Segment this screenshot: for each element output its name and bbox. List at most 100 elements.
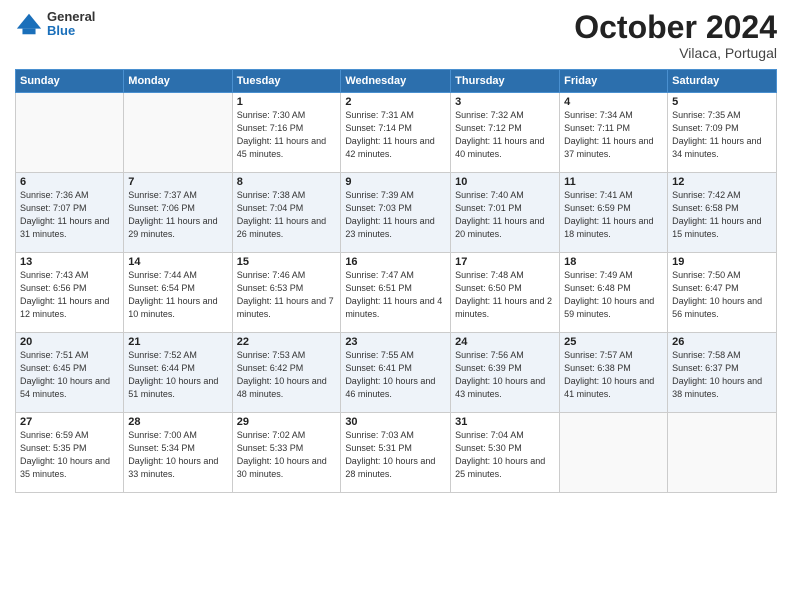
day-number: 6 [20, 176, 119, 188]
header: General Blue October 2024 Vilaca, Portug… [15, 10, 777, 61]
day-number: 18 [564, 256, 663, 268]
calendar-cell: 6Sunrise: 7:36 AM Sunset: 7:07 PM Daylig… [16, 173, 124, 253]
logo-text: General Blue [47, 10, 95, 39]
day-info: Sunrise: 7:57 AM Sunset: 6:38 PM Dayligh… [564, 349, 663, 401]
day-info: Sunrise: 7:49 AM Sunset: 6:48 PM Dayligh… [564, 269, 663, 321]
calendar-cell: 15Sunrise: 7:46 AM Sunset: 6:53 PM Dayli… [232, 253, 341, 333]
calendar-header-row: Sunday Monday Tuesday Wednesday Thursday… [16, 70, 777, 93]
day-number: 15 [237, 256, 337, 268]
calendar-week-row: 20Sunrise: 7:51 AM Sunset: 6:45 PM Dayli… [16, 333, 777, 413]
calendar-table: Sunday Monday Tuesday Wednesday Thursday… [15, 69, 777, 493]
day-info: Sunrise: 7:00 AM Sunset: 5:34 PM Dayligh… [128, 429, 227, 481]
day-info: Sunrise: 7:36 AM Sunset: 7:07 PM Dayligh… [20, 189, 119, 241]
day-number: 5 [672, 96, 772, 108]
day-info: Sunrise: 7:42 AM Sunset: 6:58 PM Dayligh… [672, 189, 772, 241]
col-thursday: Thursday [451, 70, 560, 93]
day-number: 7 [128, 176, 227, 188]
day-info: Sunrise: 7:02 AM Sunset: 5:33 PM Dayligh… [237, 429, 337, 481]
day-info: Sunrise: 7:41 AM Sunset: 6:59 PM Dayligh… [564, 189, 663, 241]
calendar-cell: 27Sunrise: 6:59 AM Sunset: 5:35 PM Dayli… [16, 413, 124, 493]
calendar-cell: 7Sunrise: 7:37 AM Sunset: 7:06 PM Daylig… [124, 173, 232, 253]
day-info: Sunrise: 7:37 AM Sunset: 7:06 PM Dayligh… [128, 189, 227, 241]
day-number: 1 [237, 96, 337, 108]
calendar-cell: 29Sunrise: 7:02 AM Sunset: 5:33 PM Dayli… [232, 413, 341, 493]
day-info: Sunrise: 7:32 AM Sunset: 7:12 PM Dayligh… [455, 109, 555, 161]
day-info: Sunrise: 7:50 AM Sunset: 6:47 PM Dayligh… [672, 269, 772, 321]
day-info: Sunrise: 7:52 AM Sunset: 6:44 PM Dayligh… [128, 349, 227, 401]
calendar-cell: 4Sunrise: 7:34 AM Sunset: 7:11 PM Daylig… [560, 93, 668, 173]
calendar-cell: 20Sunrise: 7:51 AM Sunset: 6:45 PM Dayli… [16, 333, 124, 413]
day-number: 16 [345, 256, 446, 268]
logo-general: General [47, 10, 95, 24]
calendar-cell: 14Sunrise: 7:44 AM Sunset: 6:54 PM Dayli… [124, 253, 232, 333]
calendar-cell: 1Sunrise: 7:30 AM Sunset: 7:16 PM Daylig… [232, 93, 341, 173]
day-info: Sunrise: 7:03 AM Sunset: 5:31 PM Dayligh… [345, 429, 446, 481]
day-number: 4 [564, 96, 663, 108]
col-saturday: Saturday [668, 70, 777, 93]
page: General Blue October 2024 Vilaca, Portug… [0, 0, 792, 612]
calendar-cell: 8Sunrise: 7:38 AM Sunset: 7:04 PM Daylig… [232, 173, 341, 253]
calendar-cell: 11Sunrise: 7:41 AM Sunset: 6:59 PM Dayli… [560, 173, 668, 253]
logo-blue: Blue [47, 24, 95, 38]
title-area: October 2024 Vilaca, Portugal [574, 10, 777, 61]
calendar-week-row: 27Sunrise: 6:59 AM Sunset: 5:35 PM Dayli… [16, 413, 777, 493]
calendar-cell: 31Sunrise: 7:04 AM Sunset: 5:30 PM Dayli… [451, 413, 560, 493]
calendar-cell: 21Sunrise: 7:52 AM Sunset: 6:44 PM Dayli… [124, 333, 232, 413]
day-number: 12 [672, 176, 772, 188]
day-number: 25 [564, 336, 663, 348]
day-number: 24 [455, 336, 555, 348]
calendar-cell [16, 93, 124, 173]
day-number: 23 [345, 336, 446, 348]
calendar-cell: 10Sunrise: 7:40 AM Sunset: 7:01 PM Dayli… [451, 173, 560, 253]
calendar-week-row: 6Sunrise: 7:36 AM Sunset: 7:07 PM Daylig… [16, 173, 777, 253]
calendar-cell: 13Sunrise: 7:43 AM Sunset: 6:56 PM Dayli… [16, 253, 124, 333]
logo: General Blue [15, 10, 95, 39]
day-number: 11 [564, 176, 663, 188]
calendar-cell: 5Sunrise: 7:35 AM Sunset: 7:09 PM Daylig… [668, 93, 777, 173]
day-number: 14 [128, 256, 227, 268]
calendar-cell [124, 93, 232, 173]
col-wednesday: Wednesday [341, 70, 451, 93]
day-info: Sunrise: 7:56 AM Sunset: 6:39 PM Dayligh… [455, 349, 555, 401]
day-number: 3 [455, 96, 555, 108]
day-info: Sunrise: 7:31 AM Sunset: 7:14 PM Dayligh… [345, 109, 446, 161]
day-number: 17 [455, 256, 555, 268]
day-info: Sunrise: 7:04 AM Sunset: 5:30 PM Dayligh… [455, 429, 555, 481]
day-number: 10 [455, 176, 555, 188]
day-number: 22 [237, 336, 337, 348]
day-info: Sunrise: 7:53 AM Sunset: 6:42 PM Dayligh… [237, 349, 337, 401]
day-info: Sunrise: 7:40 AM Sunset: 7:01 PM Dayligh… [455, 189, 555, 241]
day-number: 31 [455, 416, 555, 428]
day-info: Sunrise: 7:47 AM Sunset: 6:51 PM Dayligh… [345, 269, 446, 321]
calendar-cell: 17Sunrise: 7:48 AM Sunset: 6:50 PM Dayli… [451, 253, 560, 333]
day-info: Sunrise: 7:38 AM Sunset: 7:04 PM Dayligh… [237, 189, 337, 241]
day-number: 29 [237, 416, 337, 428]
calendar-cell: 25Sunrise: 7:57 AM Sunset: 6:38 PM Dayli… [560, 333, 668, 413]
calendar-week-row: 13Sunrise: 7:43 AM Sunset: 6:56 PM Dayli… [16, 253, 777, 333]
month-title: October 2024 [574, 10, 777, 45]
day-number: 2 [345, 96, 446, 108]
subtitle: Vilaca, Portugal [574, 45, 777, 61]
calendar-cell: 18Sunrise: 7:49 AM Sunset: 6:48 PM Dayli… [560, 253, 668, 333]
day-info: Sunrise: 7:46 AM Sunset: 6:53 PM Dayligh… [237, 269, 337, 321]
day-info: Sunrise: 7:58 AM Sunset: 6:37 PM Dayligh… [672, 349, 772, 401]
calendar-cell [668, 413, 777, 493]
calendar-cell: 12Sunrise: 7:42 AM Sunset: 6:58 PM Dayli… [668, 173, 777, 253]
day-info: Sunrise: 7:48 AM Sunset: 6:50 PM Dayligh… [455, 269, 555, 321]
day-number: 21 [128, 336, 227, 348]
day-info: Sunrise: 7:51 AM Sunset: 6:45 PM Dayligh… [20, 349, 119, 401]
day-number: 26 [672, 336, 772, 348]
day-info: Sunrise: 7:30 AM Sunset: 7:16 PM Dayligh… [237, 109, 337, 161]
calendar-cell: 30Sunrise: 7:03 AM Sunset: 5:31 PM Dayli… [341, 413, 451, 493]
calendar-week-row: 1Sunrise: 7:30 AM Sunset: 7:16 PM Daylig… [16, 93, 777, 173]
day-info: Sunrise: 7:43 AM Sunset: 6:56 PM Dayligh… [20, 269, 119, 321]
day-number: 13 [20, 256, 119, 268]
day-number: 8 [237, 176, 337, 188]
day-number: 28 [128, 416, 227, 428]
day-number: 20 [20, 336, 119, 348]
calendar-cell: 23Sunrise: 7:55 AM Sunset: 6:41 PM Dayli… [341, 333, 451, 413]
day-info: Sunrise: 7:35 AM Sunset: 7:09 PM Dayligh… [672, 109, 772, 161]
day-info: Sunrise: 7:34 AM Sunset: 7:11 PM Dayligh… [564, 109, 663, 161]
col-sunday: Sunday [16, 70, 124, 93]
day-info: Sunrise: 7:39 AM Sunset: 7:03 PM Dayligh… [345, 189, 446, 241]
